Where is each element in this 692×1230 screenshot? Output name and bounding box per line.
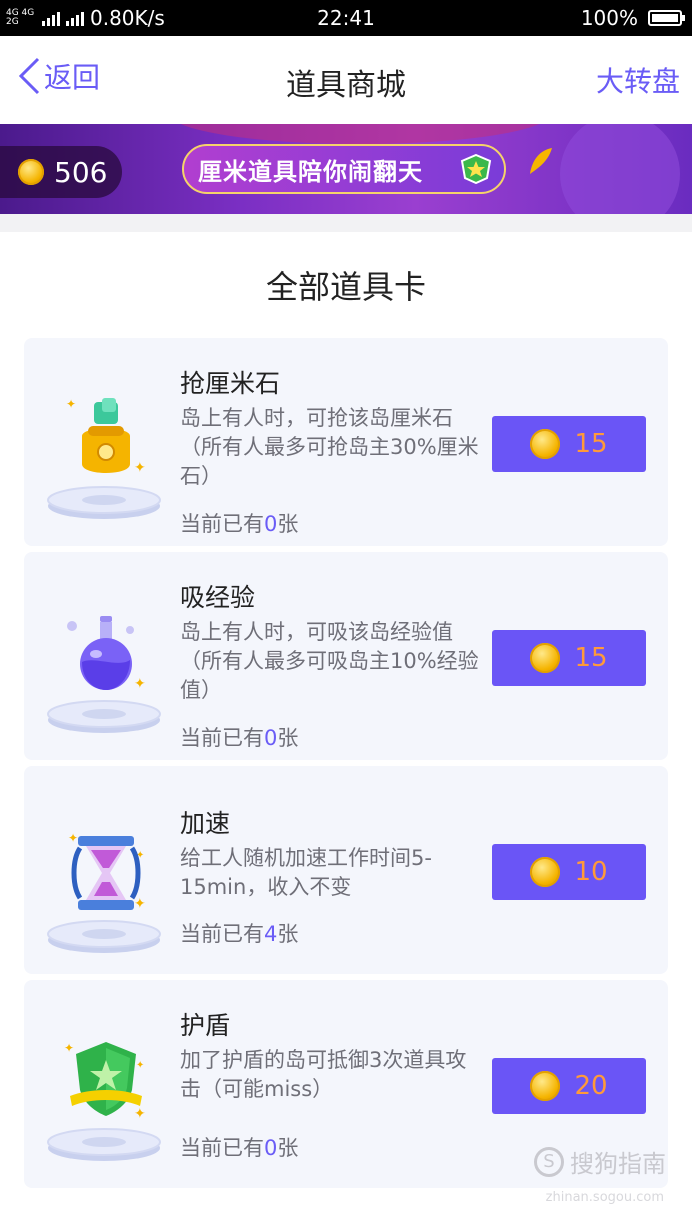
item-name: 抢厘米石 — [180, 369, 281, 398]
coin-icon — [18, 159, 44, 185]
banner-slogan-text: 厘米道具陪你闹翻天 — [198, 157, 423, 186]
battery-icon — [648, 10, 685, 26]
owned-count: 当前已有0张 — [180, 508, 298, 538]
hourglass-icon: ✦ ✦ ✦ — [68, 831, 146, 912]
pedestal-icon — [47, 700, 161, 733]
owned-number: 0 — [264, 512, 278, 536]
nav-bar: 返回 道具商城 大转盘 — [0, 36, 692, 124]
buy-button[interactable]: 20 — [492, 1058, 646, 1114]
owned-number: 4 — [264, 922, 278, 946]
item-description: 岛上有人时，可吸该岛经验值（所有人最多可吸岛主10%经验值） — [180, 620, 479, 702]
coin-balance-value: 506 — [54, 155, 108, 189]
owned-prefix: 当前已有 — [180, 512, 264, 536]
coin-icon — [530, 643, 561, 673]
item-card: ✦ 吸经验 岛上有人时，可吸该岛经验值（所有人最多可吸岛主10%经验值） 当前已… — [24, 552, 668, 760]
potion-flask-icon: ✦ — [67, 616, 146, 692]
page-title: 道具商城 — [286, 68, 406, 103]
status-bar: 4G 4G 2G 0.80K/s 22:41 100% — [0, 0, 692, 36]
price: 15 — [574, 429, 608, 459]
owned-prefix: 当前已有 — [180, 922, 264, 946]
price: 15 — [574, 643, 608, 673]
svg-text:✦: ✦ — [134, 896, 146, 912]
owned-suffix: 张 — [277, 512, 299, 536]
owned-suffix: 张 — [277, 1136, 299, 1160]
pedestal-icon — [47, 486, 161, 519]
owned-number: 0 — [264, 1136, 278, 1160]
promo-banner[interactable]: 506 厘米道具陪你闹翻天 — [0, 124, 692, 214]
section-title: 全部道具卡 — [265, 268, 426, 306]
item-card: ✦ ✦ 抢厘米石 岛上有人时，可抢该岛厘米石（所有人最多可抢岛主30%厘米石） … — [24, 338, 668, 546]
banner-slogan: 厘米道具陪你闹翻天 — [182, 144, 506, 194]
money-bag-icon: ✦ ✦ — [66, 397, 146, 476]
buy-button[interactable]: 15 — [492, 416, 646, 472]
coin-balance: 506 — [0, 146, 122, 198]
feather-icon — [530, 148, 552, 174]
buy-button[interactable]: 15 — [492, 630, 646, 686]
owned-count: 当前已有4张 — [180, 918, 298, 948]
coin-icon — [530, 857, 561, 887]
lucky-wheel-link[interactable]: 大转盘 — [596, 60, 680, 100]
buy-button[interactable]: 10 — [492, 844, 646, 900]
item-name: 护盾 — [180, 1011, 231, 1040]
pedestal-icon — [47, 1128, 161, 1161]
owned-prefix: 当前已有 — [180, 1136, 264, 1160]
owned-count: 当前已有0张 — [180, 1132, 298, 1162]
price: 10 — [574, 857, 608, 887]
item-name: 加速 — [180, 809, 231, 838]
coin-icon — [530, 1071, 561, 1101]
item-description: 加了护盾的岛可抵御3次道具攻击（可能miss） — [180, 1048, 467, 1101]
price: 20 — [574, 1071, 608, 1101]
coin-icon — [530, 429, 561, 459]
item-name: 吸经验 — [180, 583, 256, 612]
owned-count: 当前已有0张 — [180, 722, 298, 752]
pedestal-icon — [47, 920, 161, 953]
owned-suffix: 张 — [277, 922, 299, 946]
item-card: ✦ ✦ ✦ 加速 给工人随机加速工作时间5-15min，收入不变 当前已有4张 … — [24, 766, 668, 974]
shield-star-icon: ✦ ✦ ✦ — [64, 1041, 146, 1122]
watermark-url: zhinan.sogou.com — [545, 1190, 664, 1205]
svg-text:✦: ✦ — [134, 460, 146, 476]
divider — [0, 214, 692, 232]
owned-suffix: 张 — [277, 726, 299, 750]
banner-decoration — [170, 124, 550, 144]
watermark: S 搜狗指南 — [534, 1144, 666, 1179]
svg-text:✦: ✦ — [66, 397, 76, 411]
svg-text:✦: ✦ — [134, 1106, 146, 1122]
sogou-logo-icon: S — [534, 1146, 564, 1177]
svg-text:✦: ✦ — [64, 1041, 74, 1055]
owned-number: 0 — [264, 726, 278, 750]
svg-text:✦: ✦ — [68, 831, 78, 845]
owned-prefix: 当前已有 — [180, 726, 264, 750]
svg-text:✦: ✦ — [134, 676, 146, 692]
watermark-text: 搜狗指南 — [570, 1150, 666, 1178]
svg-text:✦: ✦ — [136, 1060, 144, 1071]
item-description: 给工人随机加速工作时间5-15min，收入不变 — [180, 846, 432, 899]
star-badge-icon — [460, 154, 492, 184]
banner-decoration-2 — [560, 124, 680, 214]
item-description: 岛上有人时，可抢该岛厘米石（所有人最多可抢岛主30%厘米石） — [180, 406, 479, 488]
battery-percent: 100% — [580, 6, 638, 30]
